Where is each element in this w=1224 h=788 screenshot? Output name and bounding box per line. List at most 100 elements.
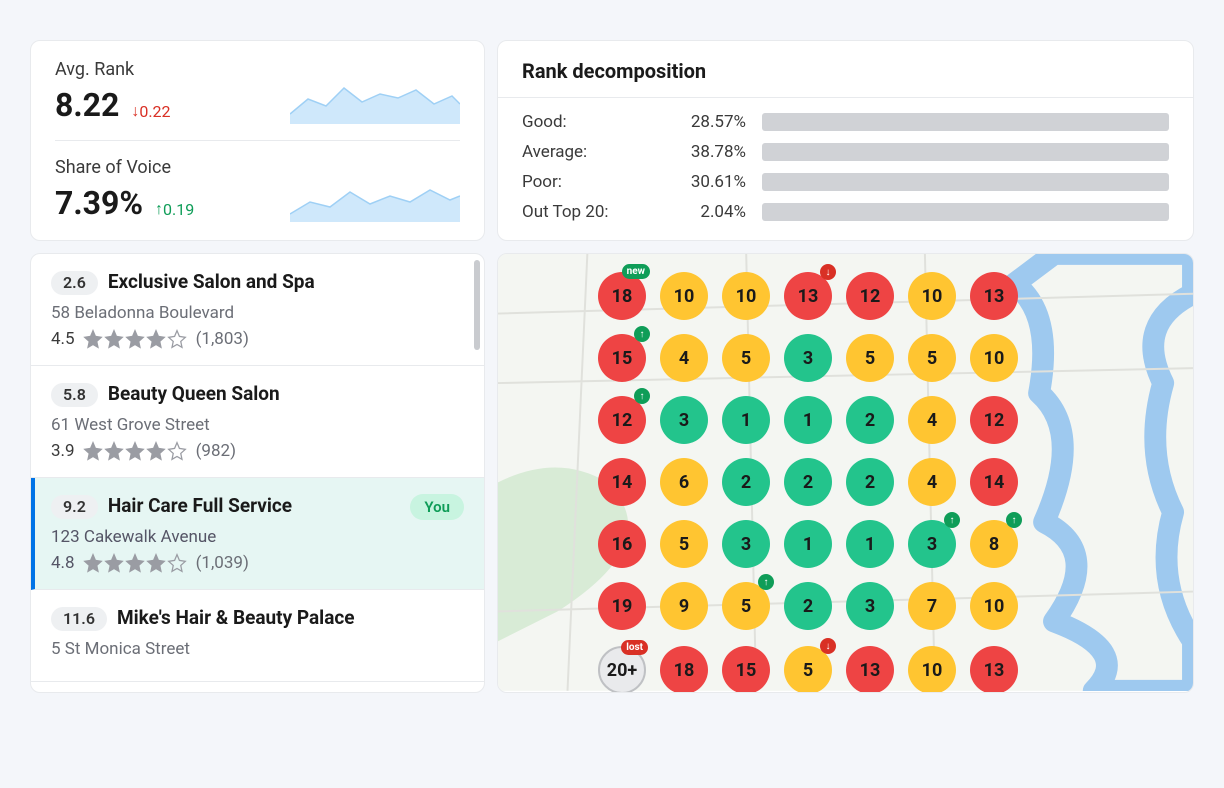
rank-pill: 9.2 bbox=[51, 495, 98, 519]
rank-bubble[interactable]: 1 bbox=[846, 520, 894, 568]
sov-sparkline bbox=[290, 172, 460, 222]
competitor-list[interactable]: 2.6Exclusive Salon and Spa58 Beladonna B… bbox=[30, 253, 485, 693]
rating-value: 3.9 bbox=[51, 441, 75, 461]
rank-bubble[interactable]: 6 bbox=[660, 458, 708, 506]
rank-bubble[interactable]: 5 bbox=[908, 334, 956, 382]
list-item[interactable]: 2.6Exclusive Salon and Spa58 Beladonna B… bbox=[31, 254, 484, 366]
decomp-label: Out Top 20: bbox=[522, 202, 662, 222]
star-icon bbox=[83, 441, 103, 461]
decomp-label: Average: bbox=[522, 142, 662, 162]
rank-bubble[interactable]: 5 bbox=[660, 520, 708, 568]
rank-bubble[interactable]: 19 bbox=[598, 582, 646, 630]
rank-bubble[interactable]: 13↓ bbox=[784, 272, 832, 320]
up-badge: ↑ bbox=[944, 512, 960, 528]
rank-bubble[interactable]: 1 bbox=[784, 396, 832, 444]
rank-bubble[interactable]: 12 bbox=[970, 396, 1018, 444]
avg-rank-block: Avg. Rank 8.22 ↓0.22 bbox=[55, 59, 460, 124]
rank-bubble[interactable]: 8↑ bbox=[970, 520, 1018, 568]
rank-bubble[interactable]: 20+lost bbox=[598, 646, 646, 693]
rank-bubble[interactable]: 3 bbox=[722, 520, 770, 568]
rating-value: 4.8 bbox=[51, 553, 75, 573]
star-icon bbox=[146, 329, 166, 349]
rank-bubble[interactable]: 13 bbox=[970, 646, 1018, 693]
rank-bubble[interactable]: 10 bbox=[660, 272, 708, 320]
rating-row: 4.5 (1,803) bbox=[51, 329, 464, 349]
list-item[interactable]: 5.8Beauty Queen Salon61 West Grove Stree… bbox=[31, 366, 484, 478]
star-icon bbox=[146, 441, 166, 461]
rank-bubble[interactable]: 13 bbox=[970, 272, 1018, 320]
rank-bubble[interactable]: 5↑ bbox=[722, 582, 770, 630]
rank-bubble[interactable]: 10 bbox=[970, 334, 1018, 382]
rank-bubble[interactable]: 5 bbox=[846, 334, 894, 382]
decomp-label: Poor: bbox=[522, 172, 662, 192]
rank-bubble[interactable]: 13 bbox=[846, 646, 894, 693]
rank-bubble[interactable]: 2 bbox=[784, 582, 832, 630]
arrow-up-icon: ↑ bbox=[155, 199, 163, 219]
rank-bubble[interactable]: 18 bbox=[660, 646, 708, 693]
star-icon bbox=[104, 329, 124, 349]
review-count: (982) bbox=[196, 441, 236, 461]
business-address: 5 St Monica Street bbox=[51, 639, 464, 659]
sov-block: Share of Voice 7.39% ↑0.19 bbox=[55, 157, 460, 222]
rank-bubble[interactable]: 2 bbox=[722, 458, 770, 506]
avg-rank-value: 8.22 bbox=[55, 86, 119, 124]
rank-bubble[interactable]: 2 bbox=[846, 458, 894, 506]
business-name: Exclusive Salon and Spa bbox=[108, 270, 315, 293]
rank-bubble[interactable]: 1 bbox=[784, 520, 832, 568]
rank-bubble[interactable]: 5↓ bbox=[784, 646, 832, 693]
rank-bubble[interactable]: 4 bbox=[660, 334, 708, 382]
list-item[interactable]: You9.2Hair Care Full Service123 Cakewalk… bbox=[31, 478, 484, 590]
rank-bubble[interactable]: 12 bbox=[846, 272, 894, 320]
stars bbox=[83, 553, 188, 573]
rank-bubble[interactable]: 5 bbox=[722, 334, 770, 382]
star-icon bbox=[83, 553, 103, 573]
rank-bubble[interactable]: 15 bbox=[722, 646, 770, 693]
rank-bubble[interactable]: 9 bbox=[660, 582, 708, 630]
stars bbox=[83, 441, 188, 461]
business-address: 61 West Grove Street bbox=[51, 415, 464, 435]
rank-bubble[interactable]: 3↑ bbox=[908, 520, 956, 568]
decomp-pct: 28.57% bbox=[662, 112, 762, 132]
review-count: (1,803) bbox=[196, 329, 249, 349]
rank-bubble[interactable]: 4 bbox=[908, 458, 956, 506]
rank-bubble[interactable]: 16 bbox=[598, 520, 646, 568]
star-icon bbox=[167, 441, 187, 461]
rank-bubble[interactable]: 10 bbox=[722, 272, 770, 320]
decomp-pct: 2.04% bbox=[662, 202, 762, 222]
rank-bubble[interactable]: 2 bbox=[784, 458, 832, 506]
rank-bubble[interactable]: 15↑ bbox=[598, 334, 646, 382]
star-icon bbox=[83, 329, 103, 349]
rank-bubble[interactable]: 10 bbox=[908, 272, 956, 320]
rating-value: 4.5 bbox=[51, 329, 75, 349]
sov-label: Share of Voice bbox=[55, 157, 194, 178]
decomp-title: Rank decomposition bbox=[522, 59, 1169, 83]
star-icon bbox=[104, 553, 124, 573]
list-item[interactable]: 11.6Mike's Hair & Beauty Palace5 St Moni… bbox=[31, 590, 484, 682]
rank-bubble[interactable]: 18new bbox=[598, 272, 646, 320]
down-badge: ↓ bbox=[820, 264, 836, 280]
rank-bubble[interactable]: 2 bbox=[846, 396, 894, 444]
down-badge: ↓ bbox=[820, 638, 836, 654]
rank-bubble[interactable]: 1 bbox=[722, 396, 770, 444]
rank-bubble[interactable]: 7 bbox=[908, 582, 956, 630]
rank-bubble[interactable]: 10 bbox=[970, 582, 1018, 630]
rank-bubble[interactable]: 12↑ bbox=[598, 396, 646, 444]
decomp-bar bbox=[762, 203, 1169, 221]
rank-bubble[interactable]: 14 bbox=[970, 458, 1018, 506]
decomp-row: Good:28.57% bbox=[522, 112, 1169, 132]
sov-delta: ↑0.19 bbox=[155, 199, 194, 219]
star-icon bbox=[146, 553, 166, 573]
scrollbar[interactable] bbox=[474, 260, 480, 350]
rank-bubble[interactable]: 14 bbox=[598, 458, 646, 506]
rank-bubble[interactable]: 4 bbox=[908, 396, 956, 444]
star-icon bbox=[125, 329, 145, 349]
business-name: Hair Care Full Service bbox=[108, 494, 292, 517]
rank-bubble[interactable]: 3 bbox=[784, 334, 832, 382]
stats-card: Avg. Rank 8.22 ↓0.22 Share of Voice 7.39… bbox=[30, 40, 485, 241]
rating-row: 3.9 (982) bbox=[51, 441, 464, 461]
rank-map[interactable]: 18new101013↓12101315↑453551012↑311241214… bbox=[497, 253, 1194, 693]
rank-bubble[interactable]: 3 bbox=[660, 396, 708, 444]
decomp-bar bbox=[762, 143, 1169, 161]
rank-bubble[interactable]: 3 bbox=[846, 582, 894, 630]
rank-bubble[interactable]: 10 bbox=[908, 646, 956, 693]
